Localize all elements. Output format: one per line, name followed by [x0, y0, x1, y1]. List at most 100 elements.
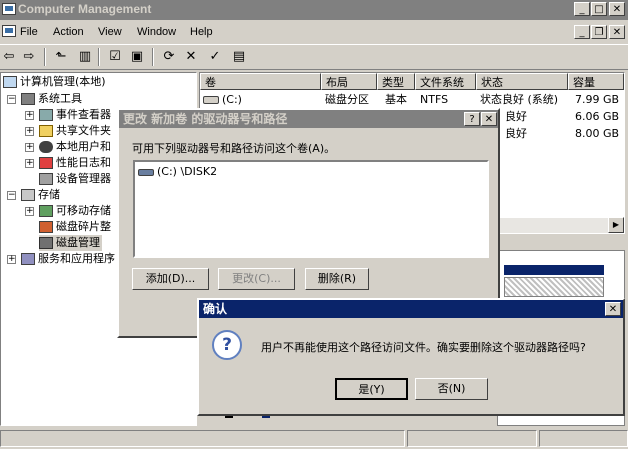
- child-restore-button[interactable]: ❐: [591, 25, 607, 39]
- computer-icon: [3, 76, 17, 88]
- tree-label: 设备管理器: [56, 172, 111, 185]
- expand-icon[interactable]: +: [25, 127, 34, 136]
- status-panel: [0, 430, 405, 447]
- tree-label: 性能日志和: [56, 156, 111, 169]
- volume-layout: 磁盘分区: [325, 93, 369, 106]
- tree-label: 服务和应用程序: [38, 252, 115, 265]
- tree-label: 本地用户和: [56, 140, 111, 153]
- tree-label: 事件查看器: [56, 108, 111, 121]
- tree-label: 可移动存储: [56, 204, 111, 217]
- tree-item-storage[interactable]: 存储: [21, 187, 60, 203]
- tree-item-root[interactable]: 计算机管理(本地): [3, 74, 106, 90]
- collapse-icon[interactable]: −: [7, 191, 16, 200]
- tree-label: 存储: [38, 188, 60, 201]
- toolbar-separator: [152, 48, 154, 66]
- back-icon[interactable]: ⇦: [0, 48, 18, 66]
- toolbar-separator: [98, 48, 100, 66]
- main-title-bar: Computer Management _ □ ✕: [0, 0, 628, 20]
- list-item[interactable]: (C:) \DISK2: [138, 164, 217, 180]
- menu-help[interactable]: Help: [190, 26, 213, 38]
- tree-item-disk-management[interactable]: 磁盘管理: [39, 235, 102, 251]
- volume-capacity: 6.06 GB: [575, 110, 620, 123]
- instruction-label: 可用下列驱动器号和路径访问这个卷(A)。: [132, 142, 336, 155]
- disk-management-icon: [39, 237, 53, 249]
- performance-icon: [39, 157, 53, 169]
- checklist-icon[interactable]: ✓: [206, 48, 224, 66]
- column-header-fs[interactable]: 文件系统: [415, 73, 476, 90]
- volume-fs: NTFS: [420, 93, 449, 106]
- forward-icon[interactable]: ⇨: [20, 48, 38, 66]
- tree-item-local-users[interactable]: 本地用户和: [39, 139, 111, 155]
- expand-icon[interactable]: +: [25, 159, 34, 168]
- mmc-icon: [2, 25, 16, 37]
- tree-item-removable-storage[interactable]: 可移动存储: [39, 203, 111, 219]
- dialog-help-button[interactable]: ?: [464, 112, 480, 126]
- menu-view[interactable]: View: [98, 26, 122, 38]
- collapse-icon[interactable]: −: [7, 95, 16, 104]
- volume-name: (C:): [222, 93, 242, 106]
- add-button[interactable]: 添加(D)...: [132, 268, 209, 290]
- event-viewer-icon: [39, 109, 53, 121]
- tree-item-perf-logs[interactable]: 性能日志和: [39, 155, 111, 171]
- folder-icon: [39, 125, 53, 137]
- tree-label: 共享文件夹: [56, 124, 111, 137]
- scroll-right-icon[interactable]: ▶: [608, 217, 624, 233]
- tree-item-defrag[interactable]: 磁盘碎片整: [39, 219, 111, 235]
- path-listbox[interactable]: (C:) \DISK2: [133, 160, 489, 258]
- expand-icon[interactable]: +: [7, 255, 16, 264]
- services-icon: [21, 253, 35, 265]
- tree-item-services[interactable]: 服务和应用程序: [21, 251, 115, 267]
- dialog-close-button[interactable]: ✕: [481, 112, 497, 126]
- expand-icon[interactable]: +: [25, 111, 34, 120]
- delete-icon[interactable]: ✕: [182, 48, 200, 66]
- toolbar: ⇦ ⇨ ⬑ ▥ ☑ ▣ ⟳ ✕ ✓ ▤: [0, 44, 628, 70]
- maximize-button[interactable]: □: [591, 2, 607, 16]
- change-button[interactable]: 更改(C)...: [218, 268, 295, 290]
- confirm-dialog-title: 确认: [199, 300, 623, 318]
- disk-volume-area[interactable]: [504, 277, 604, 297]
- tools-icon: [21, 93, 35, 105]
- question-icon: ?: [212, 330, 242, 360]
- tree-item-event-viewer[interactable]: 事件查看器: [39, 107, 111, 123]
- help-icon[interactable]: ▣: [128, 48, 146, 66]
- computer-management-icon: [2, 3, 16, 15]
- child-close-button[interactable]: ✕: [609, 25, 625, 39]
- close-button[interactable]: ✕: [609, 2, 625, 16]
- column-header-status[interactable]: 状态: [476, 73, 568, 90]
- tree-item-system-tools[interactable]: 系统工具: [21, 91, 82, 107]
- defrag-icon: [39, 221, 53, 233]
- column-header-type[interactable]: 类型: [377, 73, 415, 90]
- drive-icon: [138, 168, 154, 176]
- child-minimize-button[interactable]: _: [574, 25, 590, 39]
- volume-capacity: 8.00 GB: [575, 127, 620, 140]
- minimize-button[interactable]: _: [574, 2, 590, 16]
- properties-sheet-icon[interactable]: ▤: [230, 48, 248, 66]
- refresh-icon[interactable]: ⟳: [160, 48, 178, 66]
- properties-icon[interactable]: ☑: [106, 48, 124, 66]
- menu-file[interactable]: File: [20, 26, 38, 38]
- window-title: Computer Management: [18, 2, 152, 16]
- yes-button[interactable]: 是(Y): [335, 378, 408, 400]
- expand-icon[interactable]: +: [25, 143, 34, 152]
- volume-icon: [203, 92, 222, 108]
- confirm-close-button[interactable]: ✕: [605, 302, 621, 316]
- column-header-capacity[interactable]: 容量: [568, 73, 624, 90]
- column-header-layout[interactable]: 布局: [321, 73, 377, 90]
- expand-icon[interactable]: +: [25, 207, 34, 216]
- storage-icon: [21, 189, 35, 201]
- column-header-volume[interactable]: 卷: [200, 73, 321, 90]
- no-button[interactable]: 否(N): [415, 378, 488, 400]
- menu-window[interactable]: Window: [137, 26, 176, 38]
- menu-action[interactable]: Action: [53, 26, 84, 38]
- change-dialog-title: 更改 新加卷 的驱动器号和路径: [119, 110, 498, 128]
- up-folder-icon[interactable]: ⬑: [52, 48, 70, 66]
- tree-label: 计算机管理(本地): [20, 75, 106, 88]
- show-hide-tree-icon[interactable]: ▥: [76, 48, 94, 66]
- tree-item-shared-folders[interactable]: 共享文件夹: [39, 123, 111, 139]
- users-icon: [39, 141, 53, 153]
- status-panel: [539, 430, 628, 447]
- tree-item-device-manager[interactable]: 设备管理器: [39, 171, 111, 187]
- delete-button[interactable]: 删除(R): [305, 268, 369, 290]
- status-panel: [407, 430, 537, 447]
- toolbar-separator: [44, 48, 46, 66]
